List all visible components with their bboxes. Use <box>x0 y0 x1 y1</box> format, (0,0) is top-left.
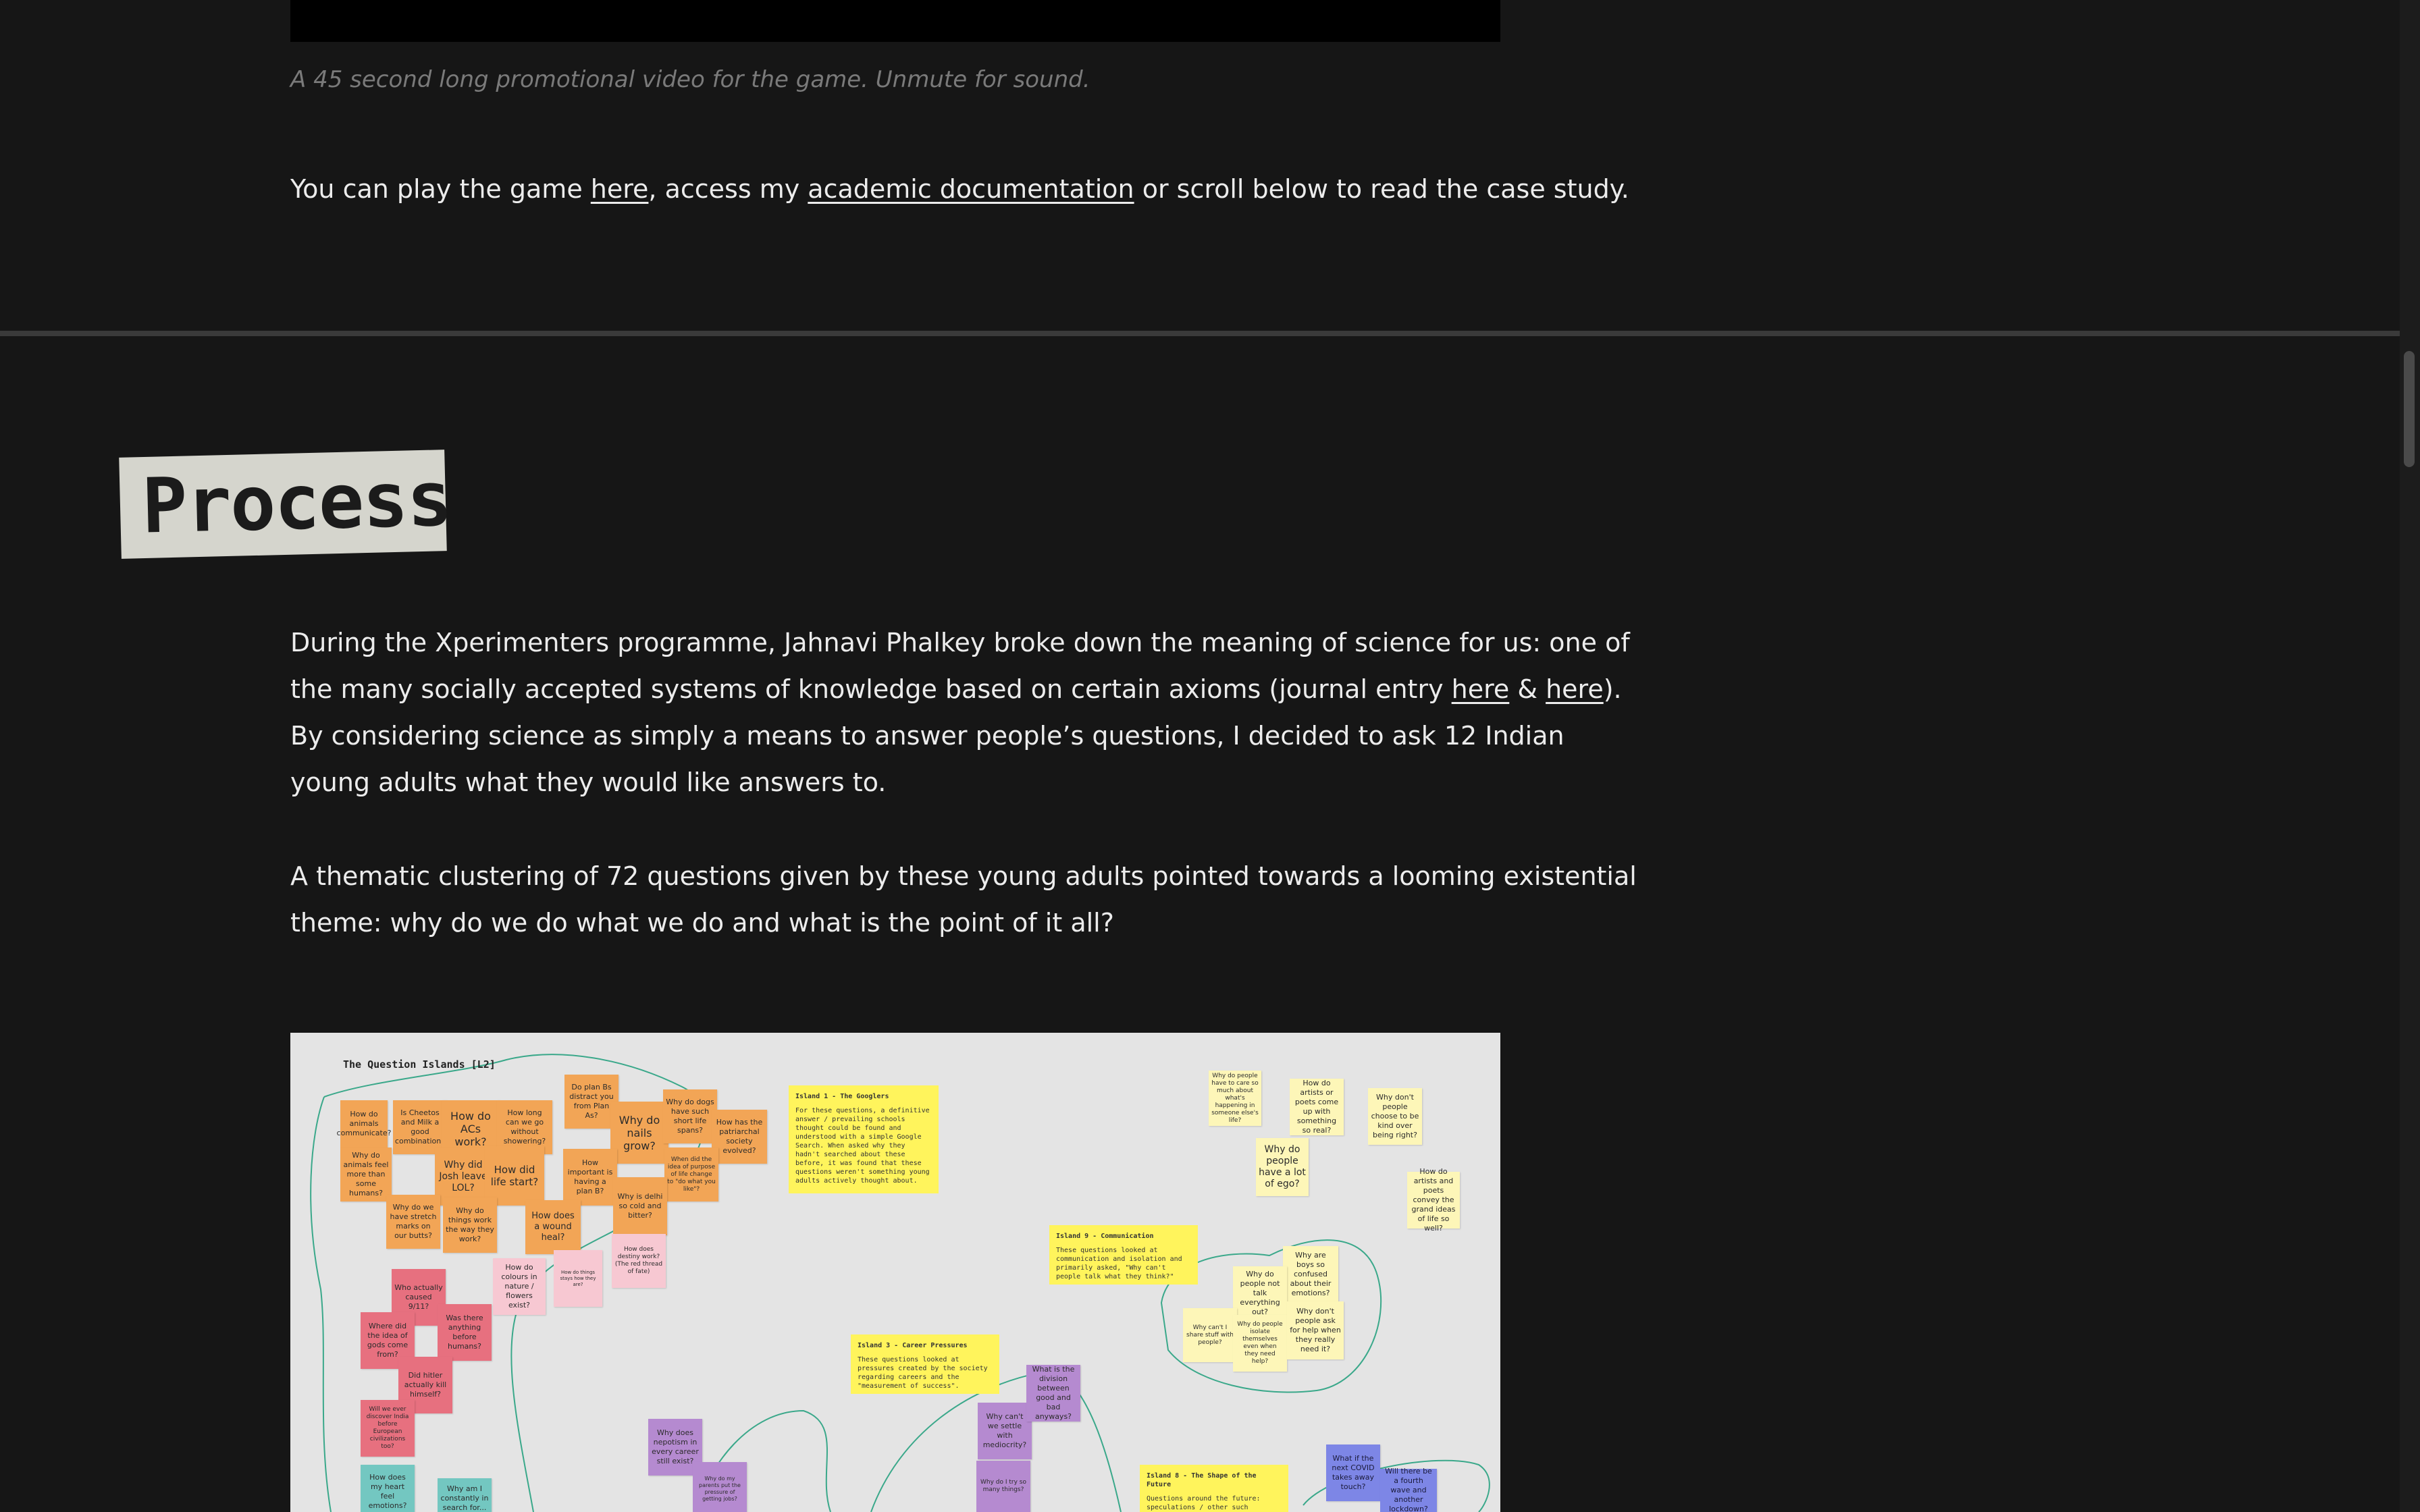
island-8-card: Island 8 - The Shape of the Future Questi… <box>1140 1465 1288 1512</box>
sticky-note: Will there be a fourth wave and another … <box>1380 1467 1437 1512</box>
island-3-card: Island 3 - Career Pressures These questio… <box>851 1334 999 1394</box>
page-scrollbar-track[interactable] <box>2400 0 2420 1512</box>
process-paragraph-1: During the Xperimenters programme, Jahna… <box>290 628 1630 797</box>
sticky-note: How do artists or poets come up with som… <box>1290 1079 1344 1135</box>
sticky-note: Why do dogs have such short life spans? <box>663 1089 717 1143</box>
section-divider <box>0 331 2400 336</box>
sticky-note: How do animals communicate? <box>337 1100 391 1148</box>
sticky-note: How important is having a plan B? <box>563 1149 617 1206</box>
sticky-note: Is Cheetos and Milk a good combination? <box>393 1100 447 1154</box>
sticky-note: Why do people isolate themselves even wh… <box>1233 1315 1287 1372</box>
play-game-link[interactable]: here <box>591 174 649 204</box>
sticky-note: Why can't we settle with mediocrity? <box>978 1403 1032 1459</box>
video-caption: A 45 second long promotional video for t… <box>290 66 1090 93</box>
sticky-note: Why do people have a lot of ego? <box>1256 1138 1309 1196</box>
journal-entry-link-2[interactable]: here <box>1546 674 1604 704</box>
sticky-note: Will we ever discover India before Europ… <box>361 1400 415 1457</box>
sticky-note: What if the next COVID takes away touch? <box>1326 1444 1380 1501</box>
question-islands-board: The Question Islands [L2] Island 1 - The… <box>290 1033 1500 1512</box>
sticky-note: Was there anything before humans? <box>438 1304 492 1361</box>
island-1-card: Island 1 - The Googlers For these questio… <box>789 1085 939 1193</box>
sticky-note: When did the idea of purpose of life cha… <box>664 1148 718 1202</box>
sticky-note: Why can't I share stuff with people? <box>1183 1308 1237 1362</box>
island-outline-1 <box>310 1096 332 1512</box>
sticky-note: How do colours in nature / flowers exist… <box>493 1258 546 1315</box>
sticky-note: Why don't people choose to be kind over … <box>1368 1088 1422 1145</box>
sticky-note: Why am I constantly in search for... <box>438 1478 492 1512</box>
sticky-note: Why do animals feel more than some human… <box>340 1148 392 1202</box>
island-9-card: Island 9 - Communication These questions … <box>1049 1225 1198 1285</box>
journal-entry-link-1[interactable]: here <box>1452 674 1510 704</box>
sticky-note: How does a wound heal? <box>525 1200 581 1254</box>
sticky-note: Why do my parents put the pressure of ge… <box>693 1462 747 1512</box>
board-title: The Question Islands [L2] <box>343 1058 496 1071</box>
sticky-note: Why do nails grow? <box>610 1102 668 1164</box>
sticky-note: Why do we have stretch marks on our butt… <box>386 1195 440 1249</box>
page-scrollbar-thumb[interactable] <box>2404 351 2415 467</box>
sticky-note: How did life start? <box>485 1146 544 1206</box>
sticky-note: How does destiny work? (The red thread o… <box>612 1234 666 1288</box>
section-heading: Process <box>140 455 452 551</box>
sticky-note: Why do people have to care so much about… <box>1209 1071 1261 1126</box>
sticky-note: How do things stays how they are? <box>554 1250 602 1307</box>
sticky-note: What is the division between good and ba… <box>1026 1365 1080 1422</box>
sticky-note: Why do people not talk everything out? <box>1233 1266 1287 1320</box>
sticky-note: Why are boys so confused about their emo… <box>1283 1246 1338 1303</box>
academic-documentation-link[interactable]: academic documentation <box>808 174 1134 204</box>
process-paragraph-2: A thematic clustering of 72 questions gi… <box>290 861 1637 938</box>
sticky-note: Why do things work the way they work? <box>443 1197 497 1253</box>
sticky-note: How does my heart feel emotions? <box>361 1465 415 1512</box>
sticky-note: How do artists and poets convey the gran… <box>1407 1167 1460 1233</box>
sticky-note: Why don't people ask for help when they … <box>1287 1301 1344 1359</box>
sticky-note: How has the patriarchal society evolved? <box>712 1110 767 1164</box>
promo-video[interactable] <box>290 0 1500 42</box>
sticky-note: Why is delhi so cold and bitter? <box>613 1177 667 1235</box>
sticky-note: Why do I try so many things? <box>976 1461 1030 1512</box>
intro-paragraph: You can play the game here, access my ac… <box>290 174 1629 204</box>
